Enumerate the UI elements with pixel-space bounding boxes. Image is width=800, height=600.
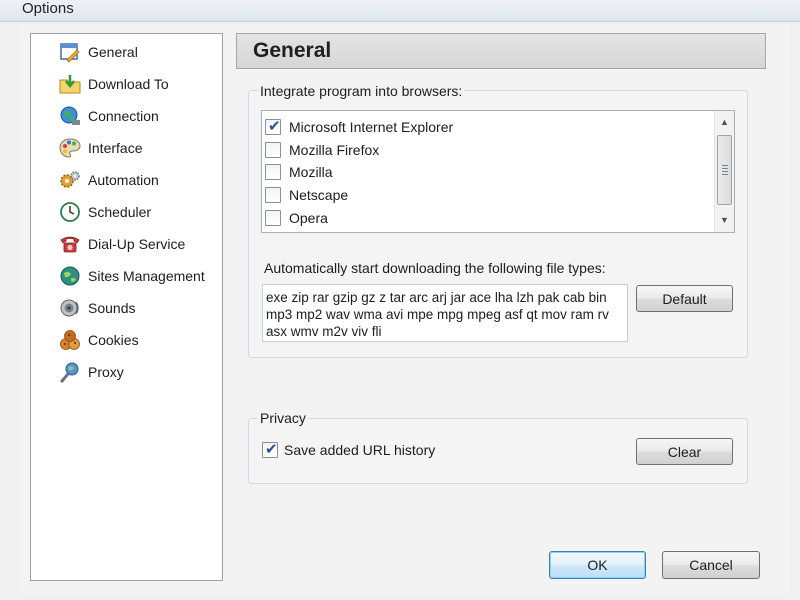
browser-label: Netscape bbox=[289, 187, 349, 203]
sidebar-item-label: Cookies bbox=[88, 332, 139, 348]
scroll-down-arrow-icon[interactable]: ▼ bbox=[715, 211, 734, 229]
scroll-thumb[interactable] bbox=[717, 135, 732, 205]
sidebar-item-sites-management[interactable]: Sites Management bbox=[59, 263, 219, 289]
sidebar-item-interface[interactable]: Interface bbox=[59, 135, 219, 161]
filetypes-label: Automatically start downloading the foll… bbox=[264, 260, 606, 276]
checkbox[interactable] bbox=[265, 164, 281, 180]
clear-button[interactable]: Clear bbox=[636, 438, 733, 465]
sidebar-item-cookies[interactable]: Cookies bbox=[59, 327, 219, 353]
scroll-up-arrow-icon[interactable]: ▲ bbox=[715, 113, 734, 131]
integration-group-label: Integrate program into browsers: bbox=[258, 83, 465, 99]
browser-row-firefox[interactable]: Mozilla Firefox bbox=[265, 139, 705, 161]
general-settings-icon bbox=[59, 41, 81, 63]
window-title: Options bbox=[22, 0, 74, 17]
save-url-history-label: Save added URL history bbox=[284, 442, 436, 458]
checkbox[interactable]: ✔ bbox=[265, 117, 281, 135]
checkmark-icon: ✔ bbox=[265, 440, 278, 458]
sidebar-item-dial-up-service[interactable]: Dial-Up Service bbox=[59, 231, 219, 257]
sidebar-item-label: Automation bbox=[88, 172, 159, 188]
sidebar-item-automation[interactable]: Automation bbox=[59, 167, 219, 193]
title-bar: Options bbox=[0, 0, 800, 22]
sidebar-item-sounds[interactable]: Sounds bbox=[59, 295, 219, 321]
sidebar-item-label: Dial-Up Service bbox=[88, 236, 186, 252]
sidebar-item-proxy[interactable]: Proxy bbox=[59, 359, 219, 385]
browser-list: ✔ Microsoft Internet Explorer Mozilla Fi… bbox=[261, 110, 735, 233]
sidebar-item-label: Scheduler bbox=[88, 204, 152, 220]
section-header: General bbox=[236, 33, 766, 69]
speaker-icon bbox=[59, 297, 81, 319]
sidebar-item-label: Interface bbox=[88, 140, 143, 156]
grip-line bbox=[722, 174, 728, 175]
globe-connection-icon bbox=[59, 105, 81, 127]
browser-row-netscape[interactable]: Netscape bbox=[265, 184, 705, 206]
grip-line bbox=[722, 168, 728, 169]
browser-label: Mozilla bbox=[289, 164, 333, 180]
filetypes-textarea[interactable]: exe zip rar gzip gz z tar arc arj jar ac… bbox=[262, 284, 628, 342]
browser-row-mozilla[interactable]: Mozilla bbox=[265, 161, 705, 183]
sidebar-item-connection[interactable]: Connection bbox=[59, 103, 219, 129]
sidebar-item-label: Download To bbox=[88, 76, 169, 92]
checkbox[interactable] bbox=[265, 187, 281, 203]
grip-line bbox=[722, 171, 728, 172]
sidebar-item-general[interactable]: General bbox=[59, 39, 219, 65]
browser-row-internet-explorer[interactable]: ✔ Microsoft Internet Explorer bbox=[265, 116, 705, 138]
cookies-icon bbox=[59, 329, 81, 351]
checkbox[interactable] bbox=[265, 142, 281, 158]
globe-sites-icon bbox=[59, 265, 81, 287]
sidebar-item-label: Connection bbox=[88, 108, 159, 124]
sidebar-item-label: Sites Management bbox=[88, 268, 205, 284]
browser-label: Mozilla Firefox bbox=[289, 142, 380, 158]
cancel-button[interactable]: Cancel bbox=[662, 551, 760, 579]
proxy-icon bbox=[59, 361, 81, 383]
browser-label: Microsoft Internet Explorer bbox=[289, 119, 454, 135]
checkbox[interactable]: ✔ bbox=[262, 440, 278, 458]
palette-icon bbox=[59, 137, 81, 159]
ok-button[interactable]: OK bbox=[549, 551, 646, 579]
page-title: General bbox=[253, 39, 332, 62]
telephone-icon bbox=[59, 233, 81, 255]
save-url-history-toggle[interactable]: ✔ Save added URL history bbox=[262, 440, 436, 458]
download-folder-icon bbox=[59, 73, 81, 95]
browser-list-scrollbar[interactable]: ▲ ▼ bbox=[714, 111, 734, 232]
privacy-group-label: Privacy bbox=[258, 410, 308, 426]
sidebar-item-scheduler[interactable]: Scheduler bbox=[59, 199, 219, 225]
clock-icon bbox=[59, 201, 81, 223]
default-button[interactable]: Default bbox=[636, 285, 733, 312]
sidebar-item-label: General bbox=[88, 44, 138, 60]
checkbox[interactable] bbox=[265, 210, 281, 226]
browser-label: Opera bbox=[289, 210, 328, 226]
sidebar-nav: General Download To Connection Interface… bbox=[30, 33, 223, 581]
gears-icon bbox=[59, 169, 81, 191]
sidebar-item-label: Sounds bbox=[88, 300, 136, 316]
grip-line bbox=[722, 165, 728, 166]
browser-row-opera[interactable]: Opera bbox=[265, 207, 705, 229]
sidebar-item-label: Proxy bbox=[88, 364, 124, 380]
checkmark-icon: ✔ bbox=[268, 117, 281, 135]
sidebar-item-download-to[interactable]: Download To bbox=[59, 71, 219, 97]
